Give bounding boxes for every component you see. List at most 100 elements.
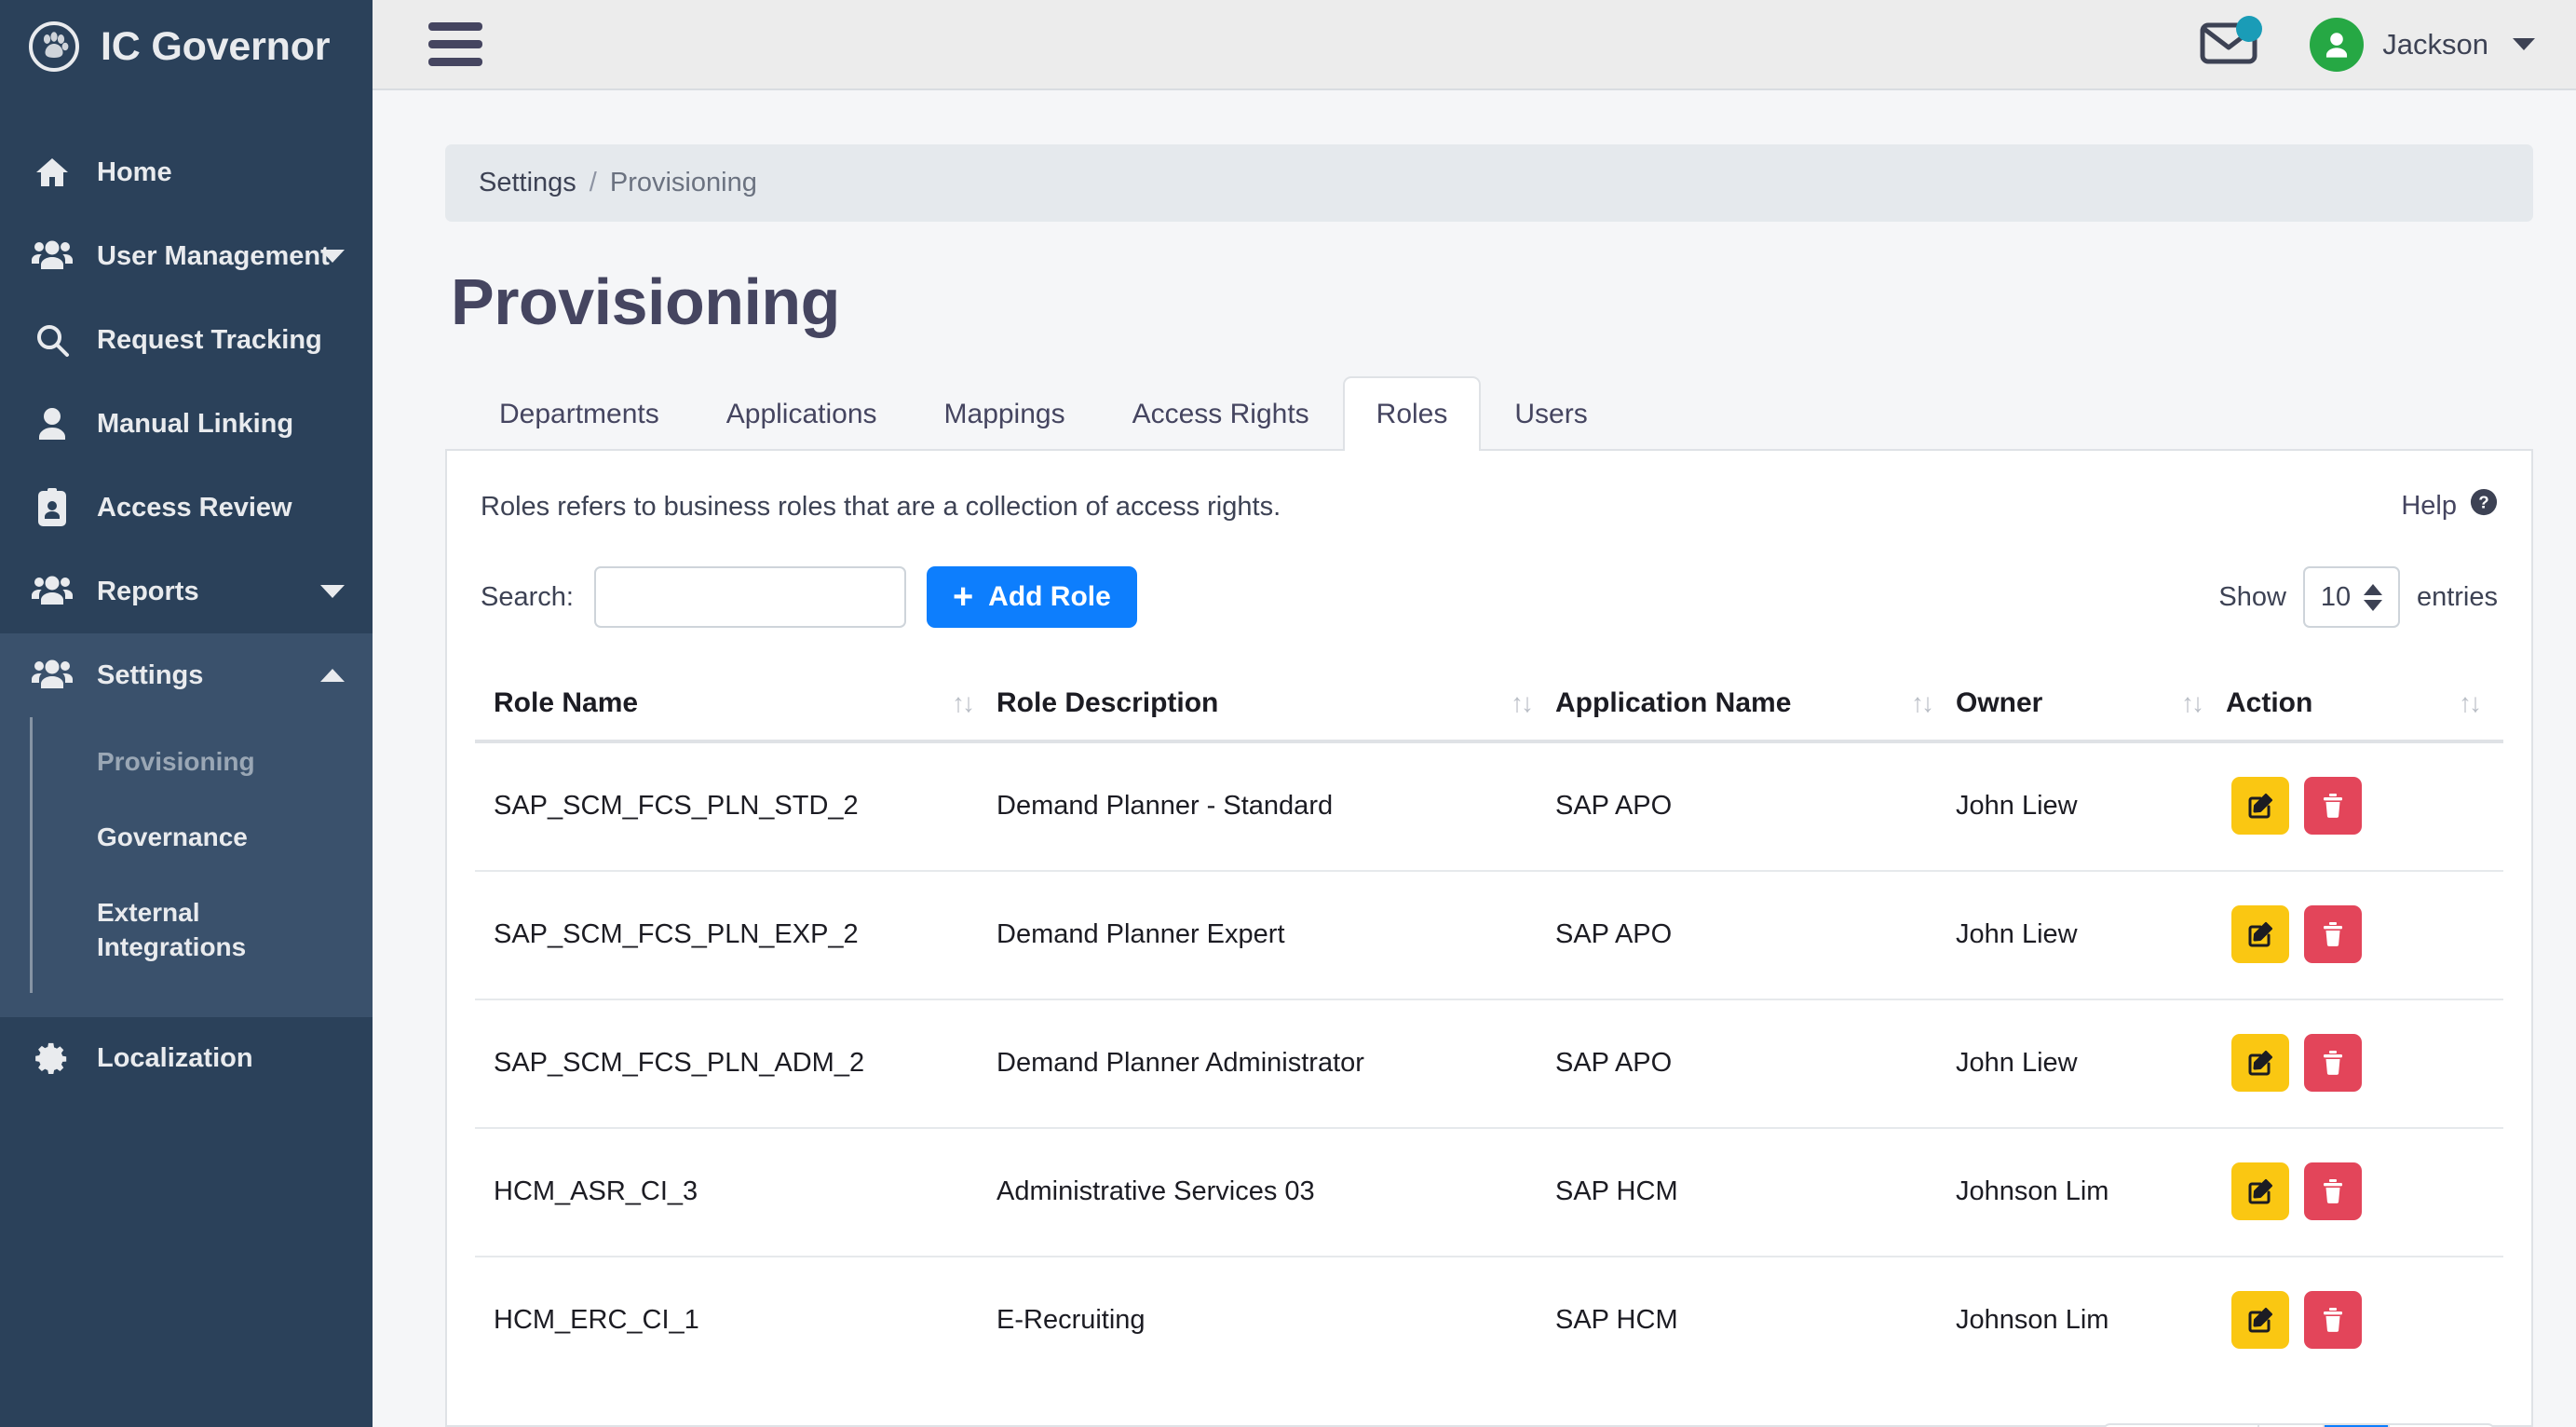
tab-mappings[interactable]: Mappings — [911, 376, 1099, 449]
hamburger-icon[interactable] — [428, 22, 482, 66]
breadcrumb-current: Provisioning — [609, 168, 757, 197]
tab-users[interactable]: Users — [1481, 376, 1620, 449]
sidebar-nav: Home User Management Request Tracking Ma… — [0, 130, 373, 1101]
sidebar-item-localization[interactable]: Localization — [0, 1017, 373, 1101]
cell-owner: John Liew — [1956, 999, 2226, 1129]
search-icon — [32, 321, 73, 359]
cell-application-name: SAP APO — [1555, 871, 1956, 1000]
cell-role-name: SAP_SCM_FCS_PLN_ADM_2 — [475, 999, 997, 1129]
edit-role-button[interactable] — [2231, 777, 2289, 835]
add-role-button[interactable]: + Add Role — [926, 566, 1137, 628]
cell-application-name: SAP HCM — [1555, 1128, 1956, 1257]
search-group: Search: + Add Role — [481, 566, 1137, 628]
cell-application-name: SAP APO — [1555, 741, 1956, 872]
tab-departments[interactable]: Departments — [466, 376, 693, 449]
page-title: Provisioning — [451, 265, 840, 338]
delete-role-button[interactable] — [2304, 905, 2362, 963]
column-label: Role Name — [494, 687, 639, 718]
delete-role-button[interactable] — [2304, 777, 2362, 835]
sort-updown-icon: ↑↓ — [1911, 688, 1934, 717]
column-label: Owner — [1956, 687, 2043, 718]
entries-value: 10 — [2320, 581, 2352, 612]
sidebar-item-label: Manual Linking — [97, 408, 294, 439]
table-row: SAP_SCM_FCS_PLN_EXP_2 Demand Planner Exp… — [475, 871, 2503, 1000]
column-action[interactable]: Action ↑↓ — [2226, 671, 2503, 743]
cell-role-name: HCM_ERC_CI_1 — [494, 1304, 699, 1335]
sidebar-item-label: Request Tracking — [97, 324, 322, 355]
edit-role-button[interactable] — [2231, 1291, 2289, 1349]
breadcrumb: Settings / Provisioning — [445, 144, 2533, 222]
table-row: SAP_SCM_FCS_PLN_ADM_2 Demand Planner Adm… — [475, 999, 2503, 1129]
chevron-down-icon[interactable] — [320, 250, 345, 263]
tab-access-rights[interactable]: Access Rights — [1099, 376, 1343, 449]
column-role-name[interactable]: Role Name ↑↓ — [475, 671, 997, 743]
cell-application-name: SAP APO — [1555, 999, 1956, 1129]
username-label: Jackson — [2382, 27, 2488, 61]
cell-role-description: Demand Planner Administrator — [997, 999, 1555, 1129]
sidebar-subitem-governance[interactable]: Governance — [0, 800, 335, 876]
sidebar-item-request-tracking[interactable]: Request Tracking — [0, 298, 373, 382]
breadcrumb-parent[interactable]: Settings — [479, 168, 576, 198]
cell-action — [2226, 1128, 2503, 1257]
table-controls: Search: + Add Role Show 10 entries — [475, 566, 2503, 628]
search-label: Search: — [481, 581, 574, 612]
sidebar-subitem-provisioning[interactable]: Provisioning — [0, 725, 335, 800]
table-footer: Showing 11 to 15 of 15 entries Previous … — [475, 1384, 2503, 1427]
delete-role-button[interactable] — [2304, 1291, 2362, 1349]
tab-applications[interactable]: Applications — [693, 376, 911, 449]
table-row: HCM_ERC_CI_1 E-Recruiting SAP HCM Johnso… — [475, 1257, 2503, 1384]
chevron-down-icon[interactable] — [320, 585, 345, 598]
envelope-icon[interactable] — [2200, 16, 2263, 69]
cell-action — [2226, 1257, 2503, 1384]
cell-owner: Johnson Lim — [1956, 1304, 2109, 1335]
column-role-description[interactable]: Role Description ↑↓ — [997, 671, 1555, 743]
brand[interactable]: IC Governor — [0, 0, 373, 93]
sidebar-item-manual-linking[interactable]: Manual Linking — [0, 382, 373, 466]
entries-select[interactable]: 10 — [2302, 566, 2400, 628]
chevron-up-icon[interactable] — [320, 669, 345, 682]
cell-role-description: Demand Planner - Standard — [997, 741, 1555, 872]
cell-role-name: HCM_ASR_CI_3 — [475, 1128, 997, 1257]
user-menu[interactable]: Jackson — [2310, 17, 2535, 72]
help-link[interactable]: Help ? — [2401, 488, 2498, 523]
cell-role-description: E-Recruiting — [997, 1304, 1146, 1335]
edit-role-button[interactable] — [2231, 905, 2289, 963]
delete-role-button[interactable] — [2304, 1162, 2362, 1220]
cell-action — [2226, 999, 2503, 1129]
sidebar-item-home[interactable]: Home — [0, 130, 373, 214]
edit-role-button[interactable] — [2231, 1034, 2289, 1092]
delete-role-button[interactable] — [2304, 1034, 2362, 1092]
cell-owner: John Liew — [1956, 871, 2226, 1000]
column-owner[interactable]: Owner ↑↓ — [1956, 671, 2226, 743]
notification-badge — [2236, 16, 2263, 42]
cell-role-name: SAP_SCM_FCS_PLN_STD_2 — [475, 741, 997, 872]
users-icon — [32, 239, 73, 273]
column-label: Role Description — [997, 687, 1219, 718]
chevron-down-icon[interactable] — [2513, 38, 2535, 50]
page-content: Settings / Provisioning Provisioning Dep… — [373, 90, 2576, 1427]
table-header-row: Role Name ↑↓ Role Description ↑↓ Applica… — [475, 671, 2503, 743]
edit-role-button[interactable] — [2231, 1162, 2289, 1220]
paw-circle-icon — [28, 20, 80, 73]
table-body: SAP_SCM_FCS_PLN_STD_2 Demand Planner - S… — [475, 741, 2503, 1384]
sidebar-item-label: Settings — [97, 659, 204, 690]
sidebar-subitem-external-integrations[interactable]: External Integrations — [0, 876, 335, 985]
sidebar-item-reports[interactable]: Reports — [0, 550, 373, 633]
cell-application-name: SAP HCM — [1555, 1304, 1678, 1335]
users-icon — [32, 575, 73, 608]
settings-submenu: Provisioning Governance External Integra… — [0, 717, 373, 1017]
home-icon — [32, 154, 73, 191]
brand-name: IC Governor — [101, 23, 331, 69]
gear-icon — [32, 1041, 73, 1077]
sidebar-item-settings[interactable]: Settings — [0, 633, 373, 717]
cell-owner: John Liew — [1956, 741, 2226, 872]
search-input[interactable] — [593, 566, 906, 628]
sort-updown-icon: ↑↓ — [1511, 688, 1534, 717]
sidebar-item-access-review[interactable]: Access Review — [0, 466, 373, 550]
show-entries-group: Show 10 entries — [2218, 566, 2498, 628]
svg-text:?: ? — [2478, 493, 2488, 512]
sidebar-item-label: Reports — [97, 576, 199, 606]
sidebar-item-user-management[interactable]: User Management — [0, 214, 373, 298]
column-application-name[interactable]: Application Name ↑↓ — [1555, 671, 1956, 743]
tab-roles[interactable]: Roles — [1342, 376, 1482, 451]
